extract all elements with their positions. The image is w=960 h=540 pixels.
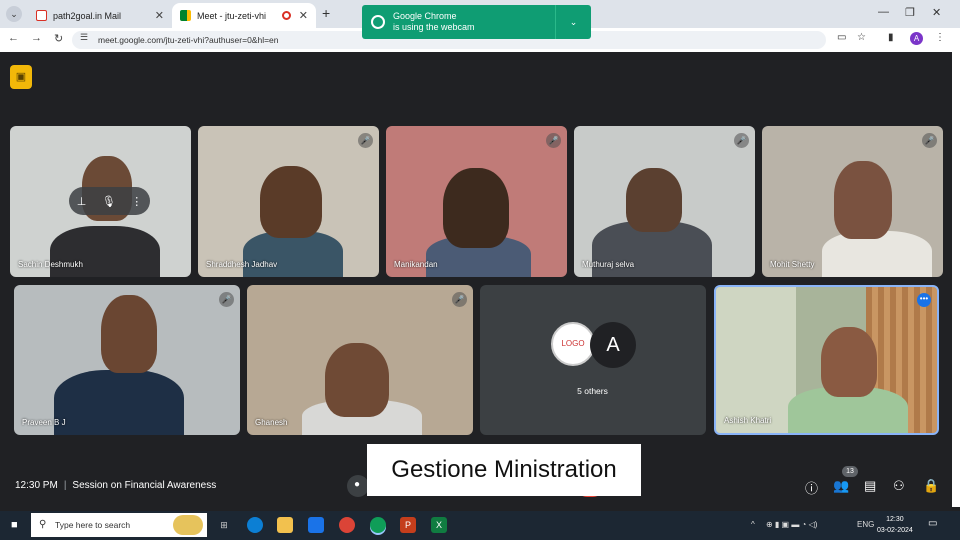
close-tab-icon[interactable]: ✕ (155, 9, 164, 22)
meet-stage: ▣ ⊥ 🎙 ⋮ Sachin Deshmukh 🎤 Shraddhesh Jad… (0, 52, 952, 507)
participant-tile[interactable]: 🎤 Ghanesh (247, 285, 473, 435)
participant-tile[interactable]: 🎤 Muthuraj selva (574, 126, 755, 277)
muted-mic-icon: 🎤 (452, 292, 467, 307)
tab-title: Meet - jtu-zeti-vhi (197, 10, 267, 21)
participant-hover-controls: ⊥ 🎙 ⋮ (69, 187, 150, 215)
new-tab-button[interactable]: + (322, 5, 330, 21)
participant-name: Shraddhesh Jadhav (206, 260, 278, 269)
scrollbar[interactable] (952, 52, 960, 507)
search-icon: ⚲ (39, 519, 47, 530)
gmail-icon (36, 10, 47, 21)
activities-icon[interactable]: ⚇ (893, 478, 905, 494)
notification-center-icon[interactable]: ▭ (928, 518, 941, 531)
notification-message: is using the webcam (393, 22, 475, 32)
meeting-title: Session on Financial Awareness (72, 480, 217, 491)
mail-icon[interactable] (308, 517, 324, 533)
microphone-icon[interactable]: 🎙 (102, 195, 116, 208)
windows-start-icon[interactable]: ■ (11, 519, 18, 531)
search-highlight-icon (173, 515, 203, 535)
meeting-details-icon[interactable]: ⓘ (805, 478, 818, 497)
participant-tile[interactable]: 🎤 Manikandan (386, 126, 567, 277)
tab-gmail[interactable]: path2goal.in Mail ✕ (28, 3, 172, 28)
participant-avatar: LOGO (551, 322, 595, 366)
close-tab-icon[interactable]: ✕ (299, 9, 308, 22)
webcam-notification[interactable]: Google Chrome is using the webcam ⌄ (362, 5, 591, 39)
muted-mic-icon: 🎤 (734, 133, 749, 148)
chat-icon[interactable]: ▤ (864, 478, 876, 494)
participant-count-badge: 13 (842, 466, 858, 477)
participant-name: Sachin Deshmukh (18, 260, 83, 269)
participant-name: Praveen B J (22, 418, 66, 427)
search-placeholder: Type here to search (55, 520, 131, 530)
language-indicator[interactable]: ENG (857, 520, 874, 529)
recording-icon (281, 11, 291, 20)
others-tile[interactable]: LOGO A 5 others (480, 285, 706, 435)
notification-dropdown-icon[interactable]: ⌄ (555, 5, 591, 39)
clock[interactable]: 12:30 03-02-2024 (877, 514, 913, 536)
close-window-icon[interactable]: ✕ (932, 6, 941, 19)
chrome-active-icon[interactable] (370, 517, 386, 533)
meeting-info: 12:30 PM | Session on Financial Awareness (15, 480, 217, 491)
participant-name: Manikandan (394, 260, 438, 269)
webcam-icon (371, 15, 385, 29)
profile-avatar[interactable]: A (910, 32, 923, 45)
people-icon[interactable]: 👥 (833, 478, 849, 494)
participant-name: Ashish Khatri (724, 416, 772, 425)
participant-name: Ghanesh (255, 418, 288, 427)
site-settings-icon[interactable]: ☰ (80, 32, 88, 43)
side-panel-icon[interactable]: ▮ (888, 32, 894, 43)
restore-icon[interactable]: ❐ (905, 6, 915, 19)
browser-menu-icon[interactable]: ⋮ (935, 32, 945, 43)
meet-extension-logo-icon[interactable]: ▣ (10, 65, 32, 89)
caption-overlay: Gestione Ministration (367, 444, 641, 496)
forward-icon[interactable]: → (31, 32, 42, 44)
participant-name: Mohit Shetty (770, 260, 815, 269)
powerpoint-icon[interactable]: P (400, 517, 416, 533)
host-controls-icon[interactable]: 🔒 (923, 478, 939, 494)
muted-mic-icon: 🎤 (922, 133, 937, 148)
participant-tile[interactable]: ⊥ 🎙 ⋮ Sachin Deshmukh (10, 126, 191, 277)
minimize-icon[interactable]: — (878, 6, 889, 18)
pin-icon[interactable]: ⊥ (77, 195, 87, 208)
participant-tile-pinned[interactable]: ••• Ashish Khatri (714, 285, 939, 435)
taskbar-search-field[interactable]: ⚲ Type here to search (31, 513, 207, 537)
edge-icon[interactable] (247, 517, 263, 533)
participant-name: Muthuraj selva (582, 260, 635, 269)
reload-icon[interactable]: ↻ (54, 32, 63, 45)
microphone-icon: ● (354, 479, 361, 490)
clock-time: 12:30 (886, 516, 904, 523)
tab-meet[interactable]: Meet - jtu-zeti-vhi ✕ (172, 3, 316, 28)
microphone-button[interactable]: ● (347, 475, 369, 497)
participant-avatar: A (590, 322, 636, 368)
excel-icon[interactable]: X (431, 517, 447, 533)
bookmark-star-icon[interactable]: ☆ (857, 32, 866, 43)
meeting-time: 12:30 PM (15, 480, 58, 491)
meet-icon (180, 10, 191, 21)
windows-taskbar: ■ ⚲ Type here to search ⊞ P X ^ ⊕ ▮ ▣ ▬ … (0, 511, 960, 540)
clock-date: 03-02-2024 (877, 527, 913, 534)
muted-mic-icon: 🎤 (219, 292, 234, 307)
tab-title: path2goal.in Mail (53, 10, 122, 21)
more-options-icon[interactable]: ••• (917, 293, 931, 307)
task-view-icon[interactable]: ⊞ (216, 517, 232, 533)
tab-search-button[interactable]: ⌄ (6, 6, 22, 22)
tray-overflow-icon[interactable]: ^ (751, 520, 755, 529)
participant-tile[interactable]: 🎤 Mohit Shetty (762, 126, 943, 277)
chrome-icon[interactable] (339, 517, 355, 533)
muted-mic-icon: 🎤 (546, 133, 561, 148)
camera-in-use-icon[interactable]: ▭ (837, 32, 846, 43)
participant-tile[interactable]: 🎤 Praveen B J (14, 285, 240, 435)
tray-icons[interactable]: ⊕ ▮ ▣ ▬ ◔ ◁) (766, 520, 817, 529)
notification-title: Google Chrome (393, 11, 457, 21)
muted-mic-icon: 🎤 (358, 133, 373, 148)
back-icon[interactable]: ← (8, 32, 19, 44)
file-explorer-icon[interactable] (277, 517, 293, 533)
others-count-label: 5 others (577, 386, 608, 396)
participant-tile[interactable]: 🎤 Shraddhesh Jadhav (198, 126, 379, 277)
more-options-icon[interactable]: ⋮ (131, 195, 142, 208)
